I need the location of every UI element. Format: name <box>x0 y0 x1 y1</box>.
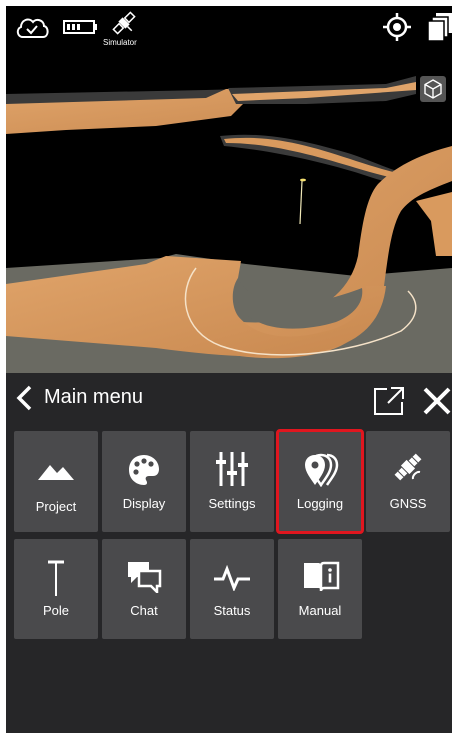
menu-tile-chat[interactable]: Chat <box>102 539 186 639</box>
tile-label: GNSS <box>389 496 427 511</box>
tile-label: Pole <box>42 603 70 618</box>
cloud-check-icon[interactable] <box>14 12 50 40</box>
gps-target-icon[interactable] <box>382 12 412 42</box>
layers-icon[interactable] <box>427 12 452 42</box>
app-frame: Simulator Main menu Project Display Sett… <box>6 6 452 733</box>
cube-icon <box>424 79 442 99</box>
menu-header: Main menu <box>6 373 452 421</box>
satellite-icon <box>394 453 422 481</box>
menu-tile-manual[interactable]: Manual <box>278 539 362 639</box>
satellite-icon[interactable] <box>110 8 138 38</box>
menu-tile-pole[interactable]: Pole <box>14 539 98 639</box>
menu-title: Main menu <box>44 386 143 408</box>
chevron-left-icon[interactable] <box>12 384 36 412</box>
battery-icon[interactable] <box>63 19 99 35</box>
manual-book-icon <box>304 561 340 592</box>
pulse-icon <box>214 565 250 591</box>
menu-tile-display[interactable]: Display <box>102 431 186 532</box>
view-cube-button[interactable] <box>420 76 446 102</box>
tile-label: Settings <box>208 496 256 511</box>
menu-tile-gnss[interactable]: GNSS <box>366 431 450 532</box>
tile-label: Manual <box>298 603 342 618</box>
external-window-icon[interactable] <box>372 385 406 417</box>
pole-icon <box>48 560 64 596</box>
tile-label: Display <box>122 496 166 511</box>
tile-label: Chat <box>130 603 158 618</box>
chat-icon <box>128 562 162 593</box>
palette-icon <box>129 455 159 485</box>
status-bar: Simulator <box>6 6 452 50</box>
terrain-scene <box>6 76 452 373</box>
tile-label: Status <box>213 603 251 618</box>
tile-label: Project <box>35 499 77 514</box>
menu-tile-status[interactable]: Status <box>190 539 274 639</box>
tile-label: Logging <box>296 496 344 511</box>
simulator-label: Simulator <box>103 38 137 47</box>
menu-tile-logging[interactable]: Logging <box>276 429 364 534</box>
main-menu-panel: Main menu Project Display Settings Loggi… <box>6 373 452 733</box>
menu-tile-settings[interactable]: Settings <box>190 431 274 532</box>
mountain-icon <box>38 465 74 480</box>
sliders-icon <box>216 452 248 486</box>
map-3d-viewport[interactable]: Simulator <box>6 6 452 373</box>
close-icon[interactable] <box>422 386 452 416</box>
menu-tile-project[interactable]: Project <box>14 431 98 532</box>
location-pins-icon <box>305 453 339 487</box>
